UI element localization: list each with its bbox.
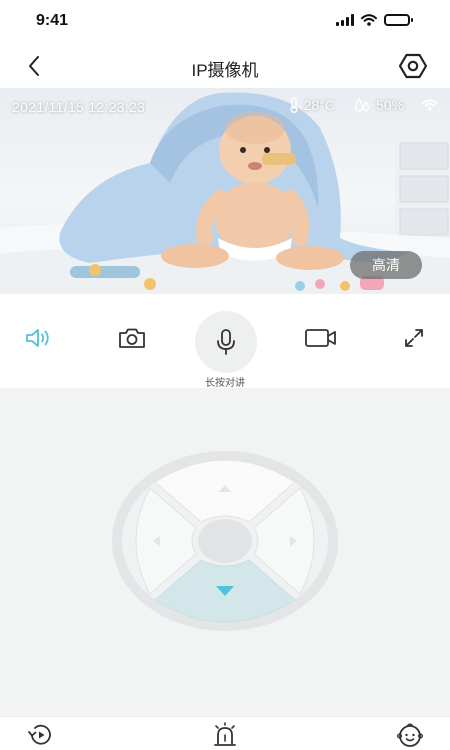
video-record-icon (305, 329, 336, 347)
tab-baby[interactable] (394, 721, 426, 749)
snapshot-button[interactable] (112, 318, 152, 358)
fullscreen-icon (405, 329, 423, 347)
control-toolbar: 长按对讲 (0, 294, 450, 389)
status-bar: 9:41 (0, 0, 450, 44)
speaker-icon (26, 329, 49, 347)
tab-alarm[interactable] (209, 721, 241, 749)
cellular-signal-icon (336, 14, 354, 26)
environment-readout: 28°C 50% (289, 97, 438, 113)
nav-bar: IP摄像机 (0, 44, 450, 88)
page-title: IP摄像机 (191, 61, 259, 80)
video-timestamp: 2021/11/15 12:23:23 (12, 99, 146, 115)
tab-playback[interactable] (24, 721, 56, 749)
settings-hexagon-icon (399, 53, 427, 79)
ptz-control-area (0, 388, 450, 716)
baby-face-icon (397, 723, 424, 747)
wifi-signal-icon (422, 99, 438, 111)
live-video-view[interactable]: 2021/11/15 12:23:23 28°C 50% 高清 (0, 88, 450, 294)
battery-icon (384, 14, 413, 26)
humidity-value: 50% (375, 97, 404, 113)
temperature-value: 28°C (303, 97, 335, 113)
video-quality-button[interactable]: 高清 (350, 251, 422, 279)
talk-button[interactable] (195, 311, 257, 373)
playback-icon (28, 724, 51, 745)
talk-label: 长按对讲 (205, 378, 245, 389)
alarm-icon (214, 722, 236, 746)
thermometer-icon (290, 97, 298, 113)
humidity-icon (354, 97, 370, 112)
microphone-icon (217, 329, 235, 355)
speaker-button[interactable] (18, 318, 58, 358)
fullscreen-button[interactable] (394, 318, 434, 358)
wifi-icon (361, 14, 377, 26)
status-icons (336, 14, 413, 26)
ptz-directional-pad (112, 451, 338, 631)
status-time: 9:41 (36, 12, 69, 29)
camera-icon (119, 328, 145, 348)
bottom-tab-bar (0, 716, 450, 750)
ptz-center-button[interactable] (198, 519, 252, 563)
settings-button[interactable] (398, 51, 428, 81)
record-button[interactable] (301, 318, 341, 358)
